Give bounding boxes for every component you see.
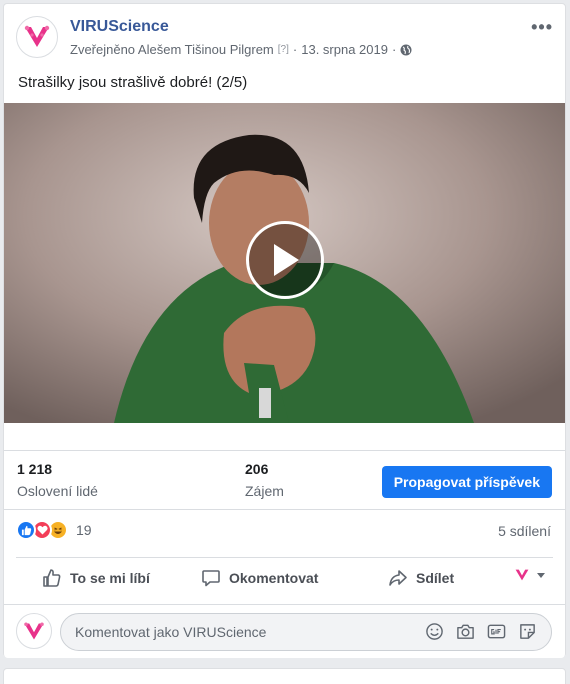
video-player[interactable] — [4, 103, 565, 423]
published-by[interactable]: Zveřejněno Alešem Tišinou Pilgrem — [70, 42, 274, 57]
like-button[interactable]: To se mi líbí — [42, 568, 150, 588]
commenter-avatar — [16, 613, 52, 649]
comment-tools — [425, 622, 537, 641]
comment-composer: Komentovat jako VIRUScience — [4, 604, 565, 658]
reach-label: Oslovení lidé — [17, 483, 98, 499]
comment-icon — [202, 570, 220, 587]
thumbs-up-icon — [43, 569, 61, 587]
caret-down-icon — [537, 573, 545, 578]
camera-icon[interactable] — [456, 622, 475, 641]
reaction-summary[interactable]: 19 — [16, 517, 92, 543]
post-header: VIRUScience Zveřejněno Alešem Tišinou Pi… — [16, 16, 553, 64]
viruscience-logo-icon — [24, 622, 44, 639]
comment-button[interactable]: Okomentovat — [201, 568, 318, 588]
boost-post-button[interactable]: Propagovat příspěvek — [381, 466, 552, 498]
share-icon — [389, 570, 407, 586]
emoji-icon[interactable] — [425, 622, 444, 641]
share-label: Sdílet — [416, 570, 455, 586]
post-as-selector[interactable] — [514, 568, 546, 582]
like-icon — [16, 520, 36, 540]
viruscience-logo-icon — [24, 25, 50, 47]
engagement-value: 206 — [245, 461, 269, 477]
sticker-icon[interactable] — [518, 622, 537, 641]
globe-icon[interactable] — [400, 44, 412, 56]
meta-separator: · — [292, 42, 298, 57]
next-post-card — [3, 668, 566, 684]
reaction-count: 19 — [76, 522, 92, 538]
play-icon — [274, 244, 299, 276]
gif-icon[interactable] — [487, 622, 506, 641]
like-label: To se mi líbí — [70, 570, 150, 586]
shares-count-link[interactable]: 5 sdílení — [498, 523, 551, 539]
insights-bar: 1 218 Oslovení lidé 206 Zájem Propagovat… — [4, 450, 565, 510]
play-button[interactable] — [246, 221, 324, 299]
share-button[interactable]: Sdílet — [388, 568, 454, 588]
comment-input[interactable]: Komentovat jako VIRUScience — [60, 613, 552, 651]
reach-value: 1 218 — [17, 461, 53, 477]
reach-stat[interactable]: 1 218 Oslovení lidé — [17, 461, 98, 499]
comment-placeholder: Komentovat jako VIRUScience — [75, 624, 267, 640]
post-date[interactable]: 13. srpna 2019 — [301, 42, 388, 57]
action-bar: To se mi líbí Okomentovat Sdílet — [16, 557, 553, 601]
post-card: VIRUScience Zveřejněno Alešem Tišinou Pi… — [3, 3, 566, 658]
viruscience-logo-icon — [515, 569, 529, 581]
help-marker[interactable]: [?] — [278, 44, 289, 55]
more-options-icon[interactable]: ••• — [531, 18, 553, 36]
post-text: Strašilky jsou strašlivě dobré! (2/5) — [18, 74, 248, 91]
page-name-link[interactable]: VIRUScience — [70, 18, 169, 36]
comment-label: Okomentovat — [229, 570, 319, 586]
post-meta: Zveřejněno Alešem Tišinou Pilgrem [?] · … — [70, 42, 412, 57]
page-avatar[interactable] — [16, 16, 58, 58]
engagement-stat[interactable]: 206 Zájem — [245, 461, 284, 499]
meta-separator: · — [391, 42, 397, 57]
engagement-label: Zájem — [245, 483, 284, 499]
